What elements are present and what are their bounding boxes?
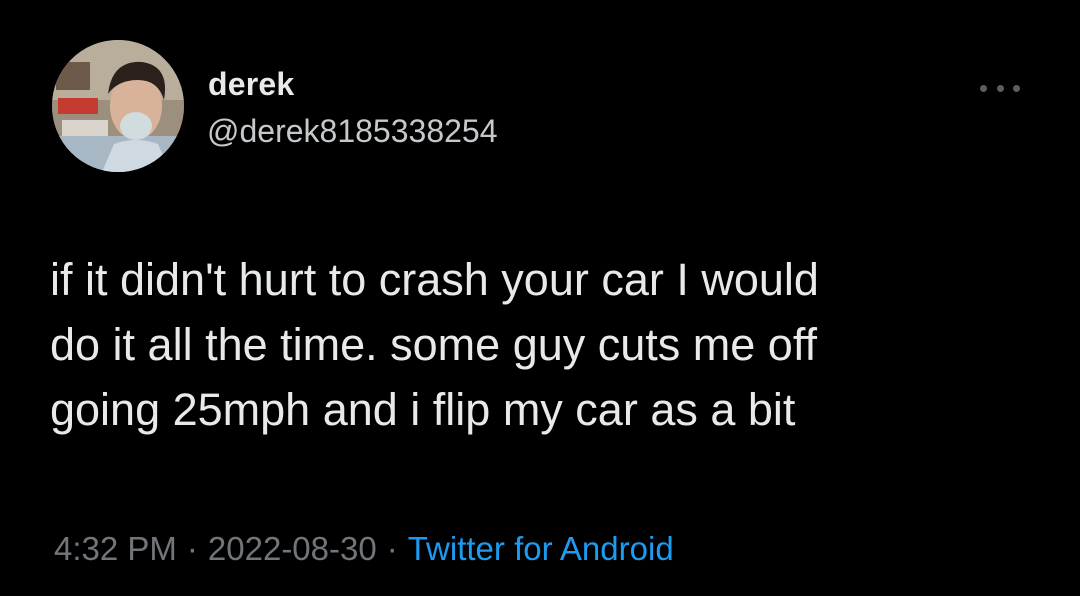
tweet-card: derek @derek8185338254 if it didn't hurt… xyxy=(0,0,1080,596)
separator: · xyxy=(386,530,398,567)
tweet-date[interactable]: 2022-08-30 xyxy=(208,530,377,567)
display-name[interactable]: derek xyxy=(208,66,294,103)
tweet-time[interactable]: 4:32 PM xyxy=(54,530,177,567)
dot xyxy=(980,84,987,92)
user-handle[interactable]: @derek8185338254 xyxy=(207,113,498,150)
avatar[interactable] xyxy=(52,40,184,172)
tweet-text: if it didn't hurt to crash your car I wo… xyxy=(50,254,819,435)
dot xyxy=(1013,84,1020,92)
tweet-source-link[interactable]: Twitter for Android xyxy=(408,530,674,567)
more-options-icon[interactable] xyxy=(980,78,1020,98)
avatar-photo xyxy=(52,40,184,172)
tweet-metadata: 4:32 PM · 2022-08-30 · Twitter for Android xyxy=(54,530,674,568)
separator: · xyxy=(186,530,198,567)
dot xyxy=(996,84,1004,92)
